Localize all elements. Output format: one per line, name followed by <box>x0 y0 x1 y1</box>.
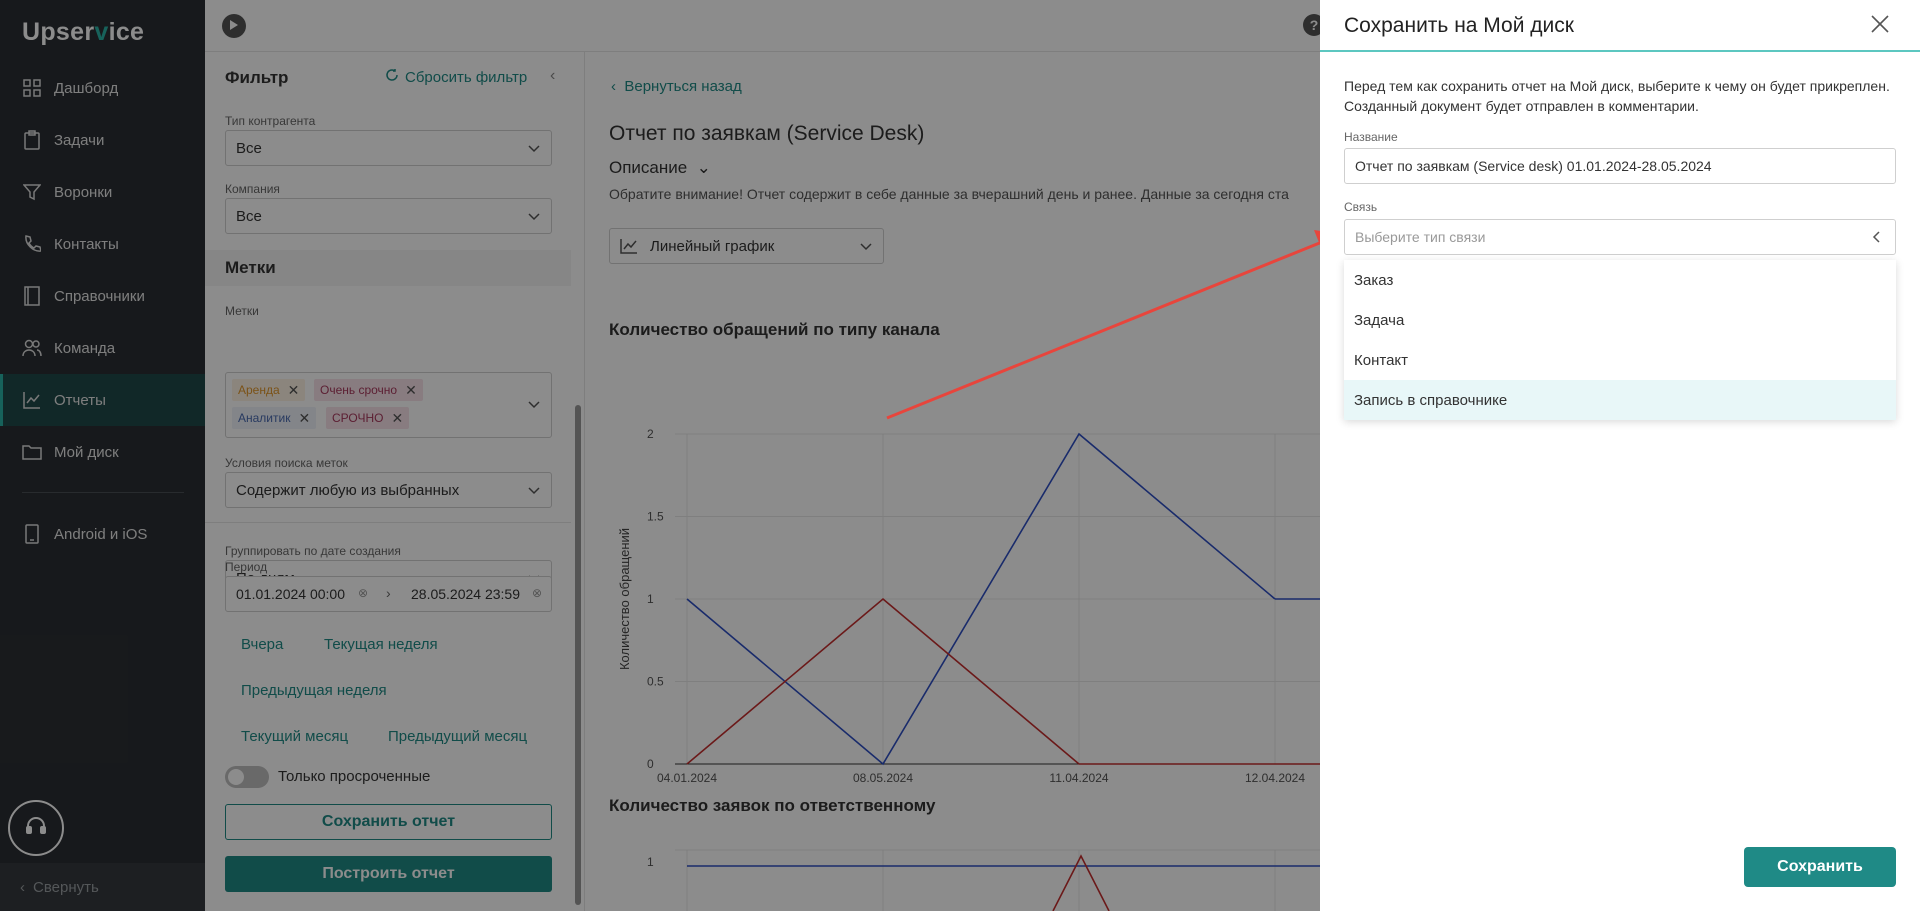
save-button[interactable]: Сохранить <box>1744 847 1896 887</box>
option-contact[interactable]: Контакт <box>1344 340 1896 380</box>
chevron-left-icon <box>1871 230 1883 247</box>
modal-overlay[interactable] <box>0 0 1320 911</box>
close-icon[interactable] <box>1868 12 1892 36</box>
name-value: Отчет по заявкам (Service desk) 01.01.20… <box>1355 158 1712 174</box>
option-task[interactable]: Задача <box>1344 300 1896 340</box>
link-label: Связь <box>1344 200 1378 214</box>
drawer-note: Перед тем как сохранить отчет на Мой дис… <box>1344 78 1890 114</box>
option-directory-record[interactable]: Запись в справочнике <box>1344 380 1896 420</box>
name-input[interactable]: Отчет по заявкам (Service desk) 01.01.20… <box>1344 148 1896 184</box>
option-order[interactable]: Заказ <box>1344 260 1896 300</box>
name-label: Название <box>1344 130 1398 144</box>
link-type-placeholder: Выберите тип связи <box>1355 229 1486 245</box>
drawer-title: Сохранить на Мой диск <box>1344 14 1574 37</box>
link-type-select[interactable]: Выберите тип связи <box>1344 219 1896 255</box>
link-type-dropdown: Заказ Задача Контакт Запись в справочник… <box>1344 260 1896 420</box>
save-to-drive-drawer: Сохранить на Мой диск Перед тем как сохр… <box>1320 0 1920 911</box>
drawer-header: Сохранить на Мой диск <box>1320 0 1920 52</box>
